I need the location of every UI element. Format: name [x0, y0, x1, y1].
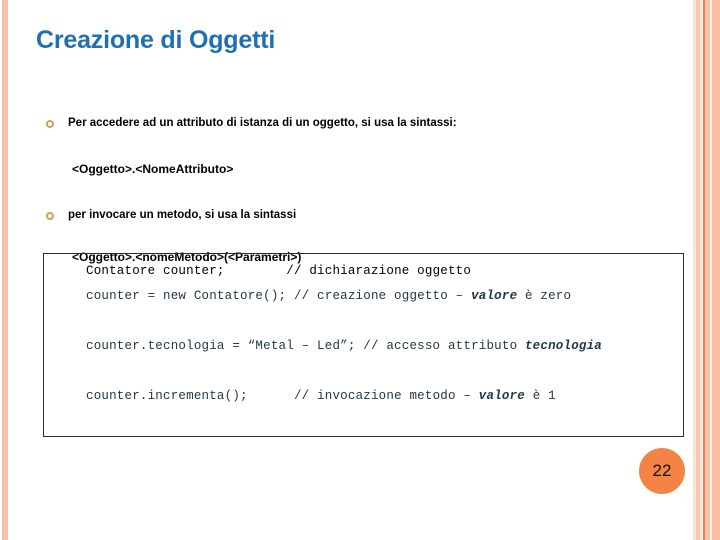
page-number-badge: 22	[639, 448, 685, 494]
slide-title: Creazione di Oggetti	[36, 26, 276, 54]
code-line-1-gap	[225, 264, 287, 278]
bullet-item-1: Per accedere ad un attributo di istanza …	[46, 116, 457, 130]
code-line-4-comment-pre: // invocazione metodo –	[293, 389, 479, 403]
code-line-2-comment-post: è zero	[517, 289, 572, 303]
code-line-2-gap	[286, 289, 294, 303]
code-line-1-comment: // dichiarazione oggetto	[286, 264, 472, 278]
bullet-item-1-label: Per accedere ad un attributo di istanza …	[68, 117, 457, 129]
page-number-label: 22	[652, 461, 672, 480]
bullet-circle-icon	[46, 212, 54, 220]
code-line-2-code: counter = new Contatore();	[86, 289, 287, 303]
code-line-3-comment-pre: // accesso attributo	[363, 339, 525, 353]
bullet-item-2-label: per invocare un metodo, si usa la sintas…	[68, 209, 297, 221]
code-example-box: Contatore counter; // dichiarazione ogge…	[43, 253, 684, 437]
bullet-item-2: per invocare un metodo, si usa la sintas…	[46, 208, 296, 222]
right-accent-stripes	[693, 0, 720, 540]
code-line-creation: counter = new Contatore(); // creazione …	[86, 289, 571, 303]
code-line-4-gap	[248, 389, 294, 403]
bullet-circle-icon	[46, 120, 54, 128]
left-accent-stripe	[2, 0, 8, 540]
stripe-7	[712, 0, 720, 540]
code-line-4-comment-emphasis: valore	[478, 389, 526, 403]
slide-canvas: Creazione di Oggetti Per accedere ad un …	[0, 0, 720, 540]
code-line-attribute-access: counter.tecnologia = “Metal – Led”; // a…	[86, 339, 602, 353]
code-line-method-call: counter.incrementa(); // invocazione met…	[86, 389, 556, 403]
code-line-3-code: counter.tecnologia = “Metal – Led”;	[86, 339, 356, 353]
code-line-3-comment-emphasis: tecnologia	[524, 339, 602, 353]
code-line-1-code: Contatore counter;	[86, 264, 225, 278]
code-line-4-code: counter.incrementa();	[86, 389, 248, 403]
code-line-4-comment-post: è 1	[525, 389, 556, 403]
code-line-2-comment-emphasis: valore	[471, 289, 518, 303]
code-line-declaration: Contatore counter; // dichiarazione ogge…	[86, 264, 471, 278]
code-line-2-comment-pre: // creazione oggetto –	[293, 289, 472, 303]
syntax-attribute-access: <Oggetto>.<NomeAttributo>	[72, 162, 234, 176]
